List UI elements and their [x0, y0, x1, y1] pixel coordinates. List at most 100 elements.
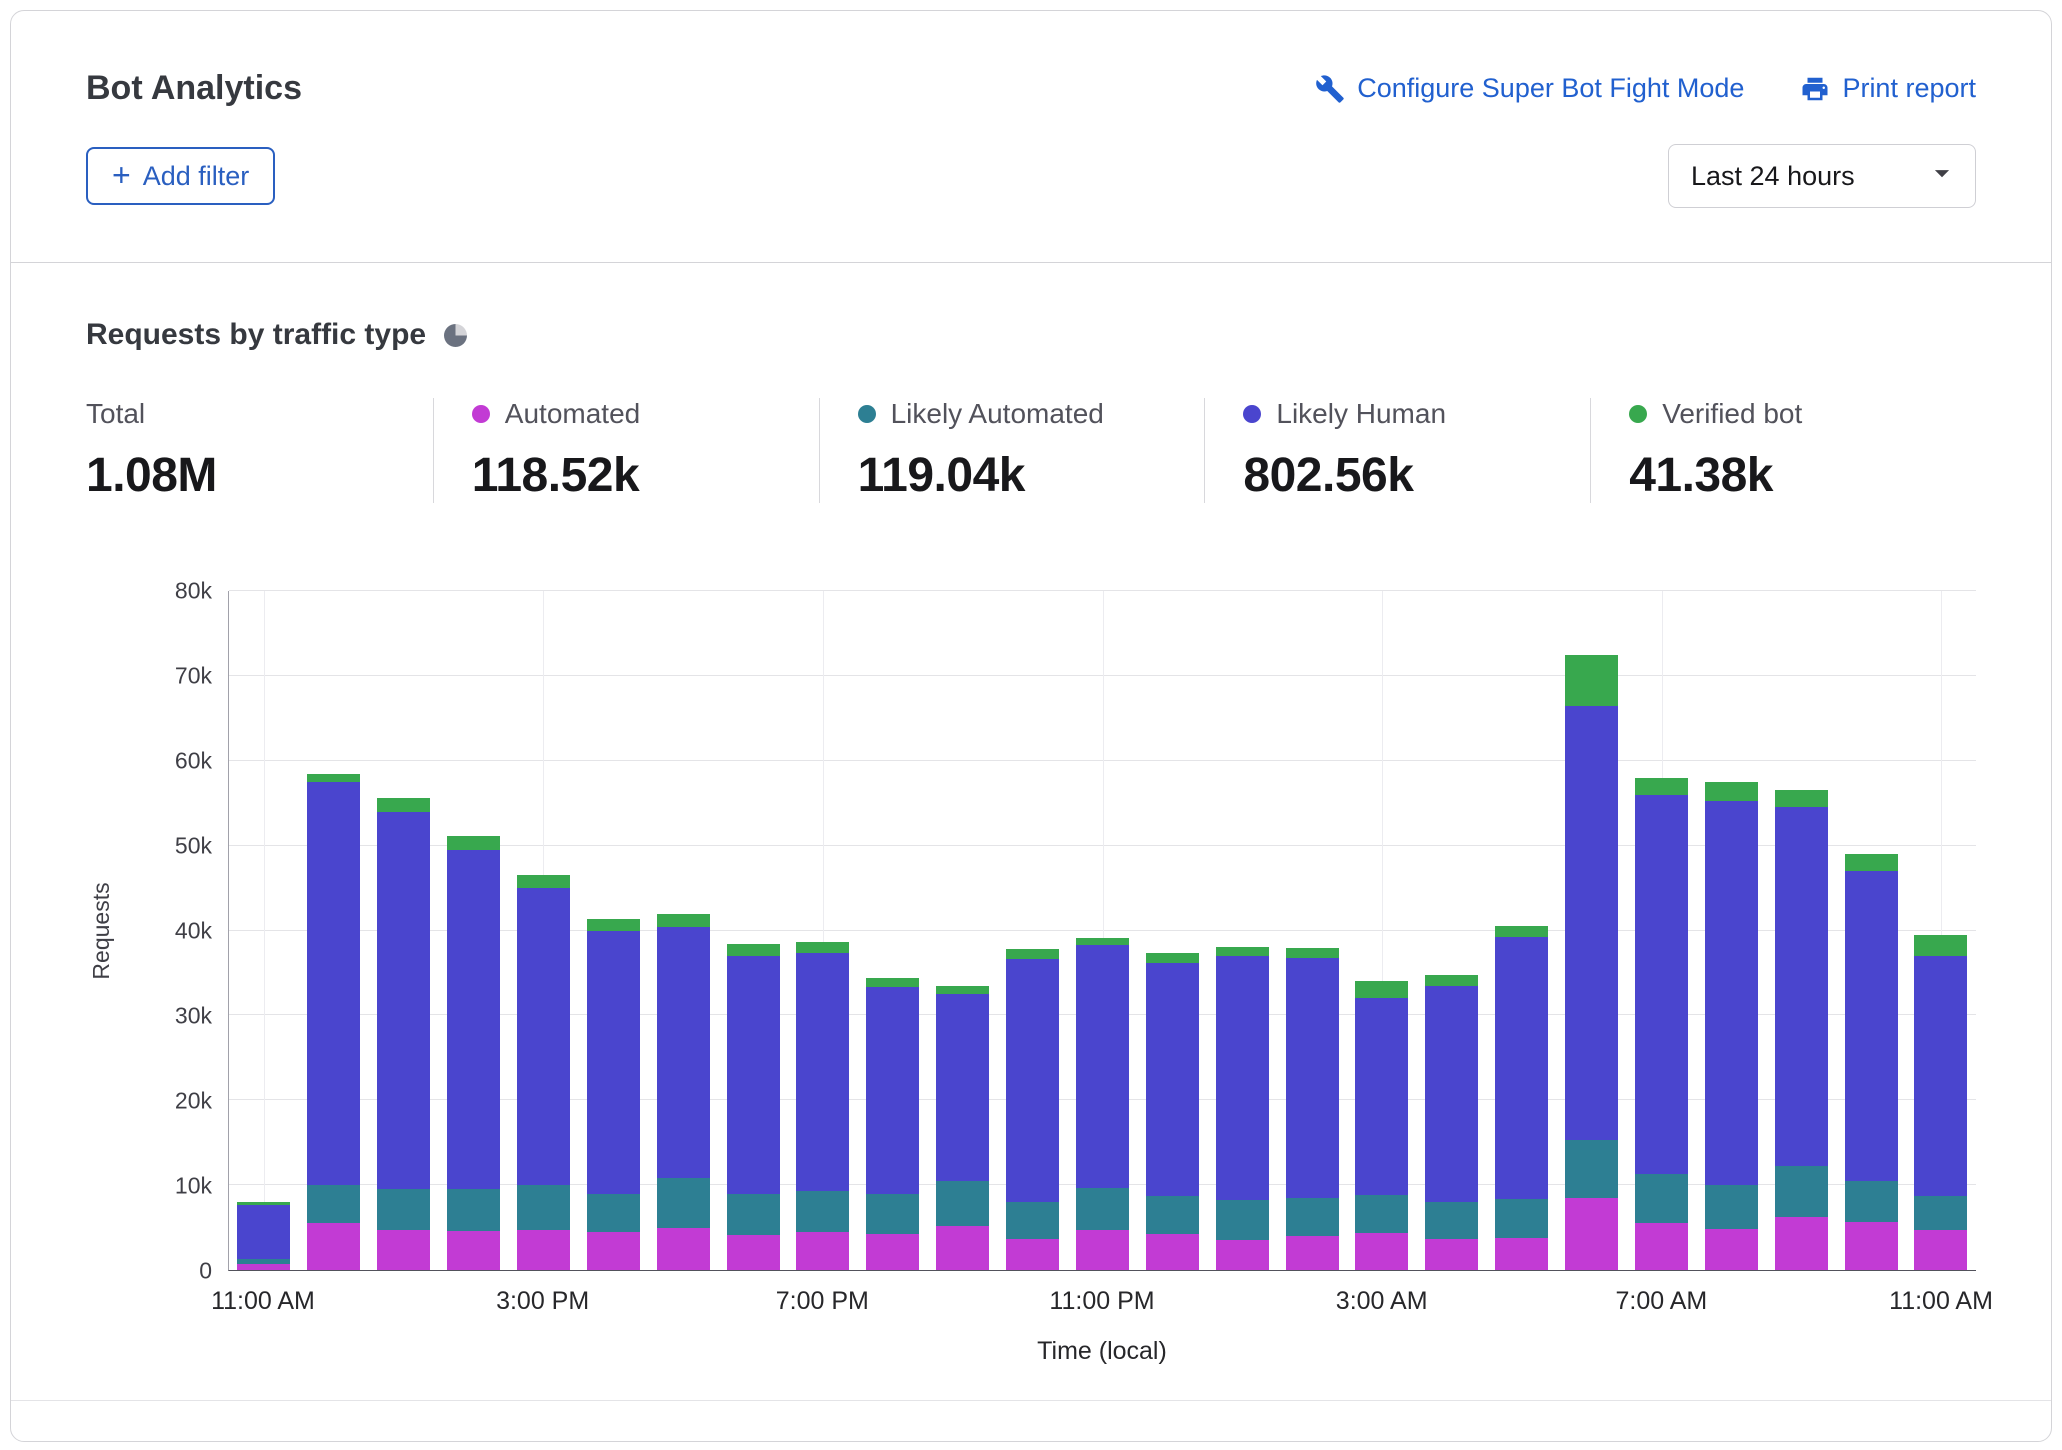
- bar-segment-automated: [1705, 1229, 1758, 1270]
- bar-segment-automated: [377, 1230, 430, 1270]
- bar-segment-likely-automated: [1076, 1188, 1129, 1230]
- bar-segment-likely-human: [1076, 945, 1129, 1188]
- likely-automated-legend-dot: [858, 405, 876, 423]
- bar-10-00-am[interactable]: [1845, 591, 1898, 1270]
- bar-segment-automated: [1076, 1230, 1129, 1270]
- bar-segment-automated: [657, 1228, 710, 1270]
- bar-segment-likely-human: [1425, 986, 1478, 1202]
- bar-segment-verified-bot: [1565, 655, 1618, 706]
- y-tick-label: 80k: [175, 578, 212, 605]
- stat-likely-human[interactable]: Likely Human 802.56k: [1204, 398, 1590, 503]
- bar-segment-likely-human: [1006, 959, 1059, 1202]
- bar-segment-likely-automated: [517, 1185, 570, 1230]
- bar-segment-verified-bot: [936, 986, 989, 994]
- bar-3-00-pm[interactable]: [517, 591, 570, 1270]
- bar-5-00-am[interactable]: [1495, 591, 1548, 1270]
- y-tick-label: 60k: [175, 748, 212, 775]
- bar-segment-likely-automated: [447, 1189, 500, 1231]
- y-tick-label: 30k: [175, 1003, 212, 1030]
- bar-slot: [1696, 591, 1766, 1270]
- bar-segment-likely-human: [1495, 937, 1548, 1198]
- bar-8-00-am[interactable]: [1705, 591, 1758, 1270]
- bar-4-00-am[interactable]: [1425, 591, 1478, 1270]
- add-filter-button[interactable]: + Add filter: [86, 147, 275, 205]
- bar-slot: [928, 591, 998, 1270]
- stat-likely-automated[interactable]: Likely Automated 119.04k: [819, 398, 1205, 503]
- stat-value: 119.04k: [858, 448, 1205, 503]
- stat-value: 1.08M: [86, 448, 433, 503]
- bar-segment-likely-automated: [307, 1185, 360, 1223]
- bar-segment-likely-automated: [936, 1181, 989, 1226]
- verified-bot-legend-dot: [1629, 405, 1647, 423]
- x-tick-label: 11:00 AM: [1889, 1287, 1993, 1316]
- bar-segment-automated: [1775, 1217, 1828, 1270]
- section-bottom-divider: [11, 1400, 2051, 1401]
- bar-segment-likely-automated: [587, 1194, 640, 1232]
- bar-segment-likely-human: [1146, 963, 1199, 1196]
- bar-segment-likely-automated: [1565, 1140, 1618, 1198]
- time-range-select[interactable]: Last 24 hours: [1668, 144, 1976, 208]
- add-filter-label: Add filter: [143, 161, 250, 192]
- bar-slot: [1487, 591, 1557, 1270]
- bar-7-00-pm[interactable]: [796, 591, 849, 1270]
- bar-segment-verified-bot: [1425, 975, 1478, 986]
- bar-6-00-am[interactable]: [1565, 591, 1618, 1270]
- bar-segment-verified-bot: [307, 774, 360, 782]
- bar-segment-likely-human: [1914, 956, 1967, 1196]
- x-tick-label: 7:00 AM: [1615, 1287, 1707, 1316]
- bar-11-00-am[interactable]: [1914, 591, 1967, 1270]
- chart-plot: [228, 591, 1976, 1271]
- bar-6-00-pm[interactable]: [727, 591, 780, 1270]
- page-title: Bot Analytics: [86, 69, 302, 108]
- y-tick-label: 0: [199, 1258, 212, 1285]
- stat-verified-bot[interactable]: Verified bot 41.38k: [1590, 398, 1976, 503]
- plus-icon: +: [112, 159, 131, 191]
- bar-segment-automated: [307, 1223, 360, 1270]
- bar-slot: [998, 591, 1068, 1270]
- bar-2-00-pm[interactable]: [447, 591, 500, 1270]
- bar-segment-verified-bot: [657, 914, 710, 927]
- time-range-value: Last 24 hours: [1691, 161, 1855, 192]
- bar-segment-automated: [1286, 1236, 1339, 1270]
- bar-segment-likely-automated: [1006, 1202, 1059, 1239]
- bar-segment-likely-human: [1565, 706, 1618, 1141]
- bar-segment-verified-bot: [1705, 782, 1758, 801]
- stat-automated[interactable]: Automated 118.52k: [433, 398, 819, 503]
- bar-11-00-am[interactable]: [237, 591, 290, 1270]
- bar-segment-automated: [796, 1232, 849, 1270]
- print-report-link[interactable]: Print report: [1800, 73, 1976, 104]
- bar-1-00-pm[interactable]: [377, 591, 430, 1270]
- bar-1-00-am[interactable]: [1216, 591, 1269, 1270]
- bar-segment-automated: [727, 1235, 780, 1270]
- bar-segment-likely-automated: [796, 1191, 849, 1232]
- bar-9-00-am[interactable]: [1775, 591, 1828, 1270]
- bot-analytics-card: Bot Analytics Configure Super Bot Fight …: [10, 10, 2052, 1442]
- bar-segment-automated: [1565, 1198, 1618, 1270]
- bar-slot: [1277, 591, 1347, 1270]
- bar-10-00-pm[interactable]: [1006, 591, 1059, 1270]
- x-tick-label: 7:00 PM: [776, 1287, 869, 1316]
- bar-12-00-am[interactable]: [1146, 591, 1199, 1270]
- configure-super-bot-fight-mode-link[interactable]: Configure Super Bot Fight Mode: [1315, 73, 1744, 104]
- bar-12-00-pm[interactable]: [307, 591, 360, 1270]
- bar-11-00-pm[interactable]: [1076, 591, 1129, 1270]
- bar-segment-likely-human: [447, 850, 500, 1190]
- bar-7-00-am[interactable]: [1635, 591, 1688, 1270]
- bar-3-00-am[interactable]: [1355, 591, 1408, 1270]
- bar-8-00-pm[interactable]: [866, 591, 919, 1270]
- bar-segment-automated: [1495, 1238, 1548, 1270]
- bar-slot: [1417, 591, 1487, 1270]
- bar-9-00-pm[interactable]: [936, 591, 989, 1270]
- bar-segment-likely-automated: [1425, 1202, 1478, 1238]
- stats-row: Total 1.08M Automated 118.52k Likely Aut…: [86, 398, 1976, 503]
- bar-segment-verified-bot: [1076, 938, 1129, 945]
- bar-segment-verified-bot: [1006, 949, 1059, 959]
- bar-4-00-pm[interactable]: [587, 591, 640, 1270]
- bar-segment-automated: [1216, 1240, 1269, 1270]
- bar-2-00-am[interactable]: [1286, 591, 1339, 1270]
- header-links: Configure Super Bot Fight Mode Print rep…: [1315, 73, 1976, 104]
- stat-total[interactable]: Total 1.08M: [86, 398, 433, 503]
- bar-5-00-pm[interactable]: [657, 591, 710, 1270]
- bar-segment-likely-automated: [1355, 1195, 1408, 1232]
- bar-slot: [1766, 591, 1836, 1270]
